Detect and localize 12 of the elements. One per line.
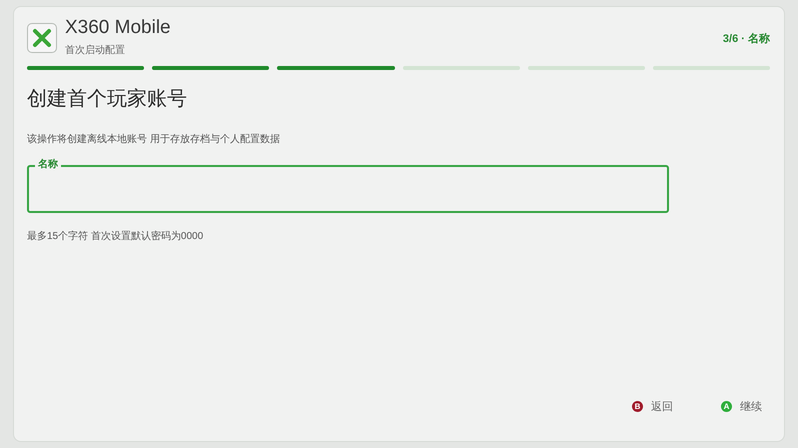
step-indicator: 3/6 · 名称 bbox=[722, 32, 770, 47]
key-badge: A bbox=[721, 401, 732, 412]
key-badge: B bbox=[632, 401, 643, 412]
app-title: X360 Mobile bbox=[65, 17, 171, 39]
description: 该操作将创建离线本地账号 用于存放存档与个人配置数据 bbox=[27, 132, 281, 147]
field-label: 名称 bbox=[35, 159, 61, 171]
hint-text: 最多15个字符 首次设置默认密码为0000 bbox=[27, 230, 204, 244]
action-button[interactable]: A 继续 bbox=[721, 398, 762, 415]
page-heading: 创建首个玩家账号 bbox=[27, 87, 188, 112]
app-logo-icon bbox=[27, 23, 57, 53]
app-subtitle: 首次启动配置 bbox=[65, 44, 126, 58]
action-button[interactable]: B 返回 bbox=[632, 398, 673, 415]
